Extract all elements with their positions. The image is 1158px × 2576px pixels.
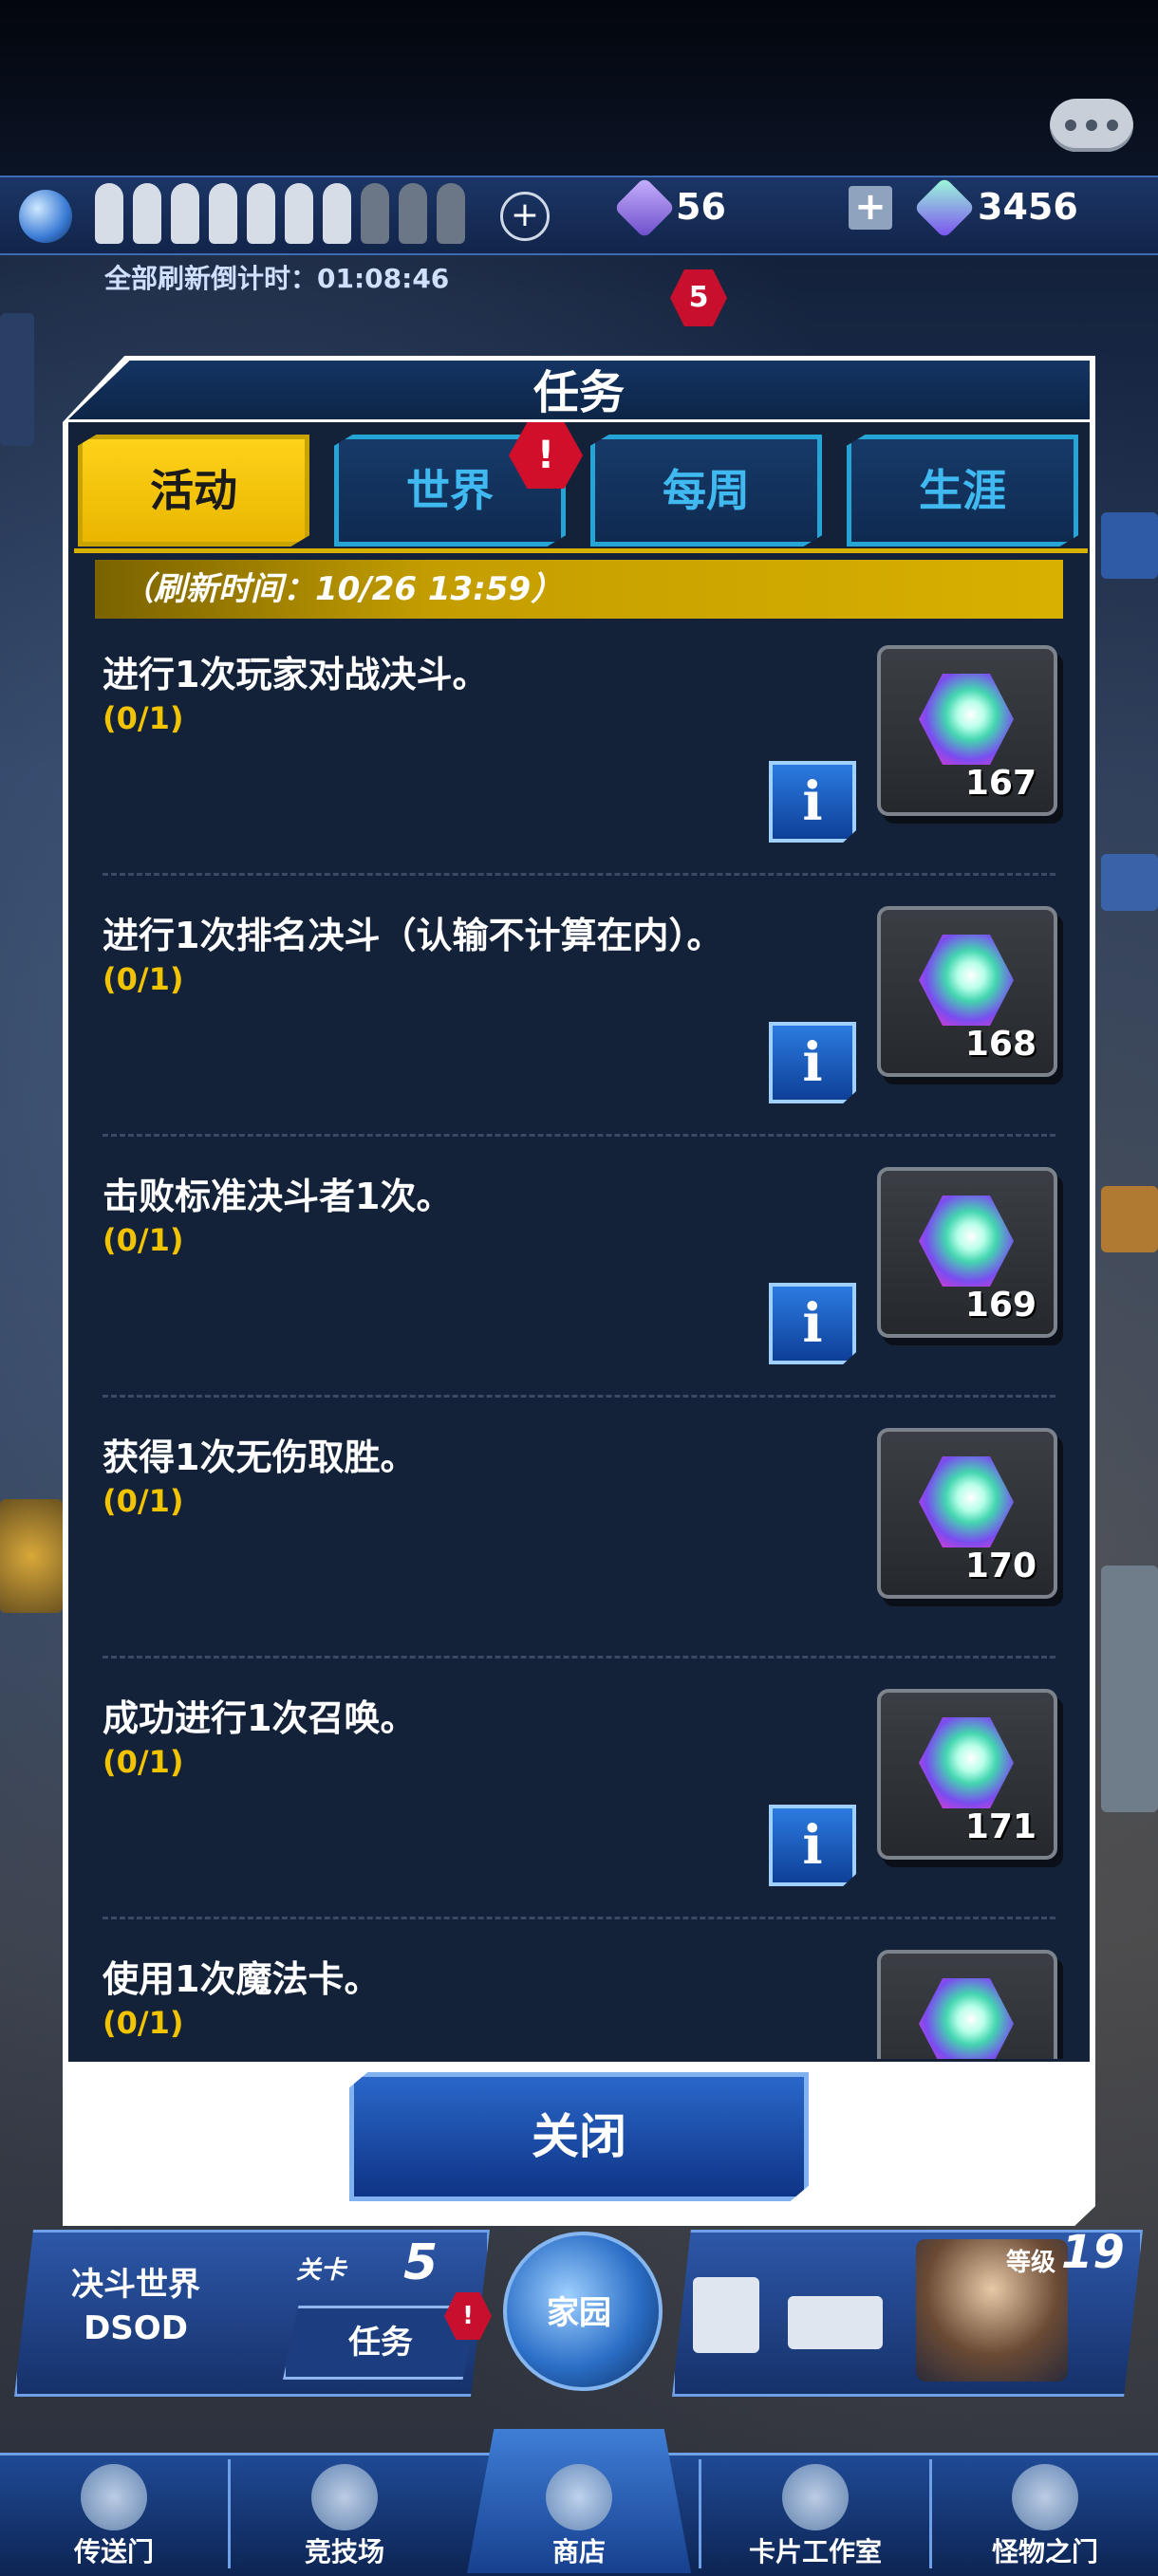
cart-icon — [546, 2464, 612, 2530]
task-item: 成功进行1次召唤。 (0/1) i 171 — [68, 1670, 1090, 1931]
duel-disk-icon — [788, 2296, 883, 2349]
gem-icon — [919, 1456, 1014, 1547]
task-progress: (0/1) — [103, 961, 184, 997]
stamina-pawn-icon — [95, 183, 123, 244]
deck-box-icon — [693, 2277, 759, 2353]
swords-icon — [311, 2464, 378, 2530]
level-number: 19 — [1061, 2226, 1125, 2279]
scene-sign — [1101, 512, 1158, 579]
stage-number: 5 — [403, 2234, 439, 2291]
close-button[interactable]: 关闭 — [349, 2072, 809, 2201]
task-divider — [103, 873, 1055, 876]
scene-sign — [1101, 854, 1158, 911]
portal-icon — [81, 2464, 147, 2530]
info-button[interactable]: i — [769, 761, 856, 843]
reward-box[interactable]: 170 — [877, 1428, 1057, 1599]
info-button[interactable]: i — [769, 1283, 856, 1364]
nav-card-studio[interactable]: 卡片工作室 — [701, 2453, 929, 2573]
info-button[interactable]: i — [769, 1805, 856, 1886]
chat-icon[interactable] — [1050, 99, 1133, 152]
stamina-pawn-icon — [133, 183, 161, 244]
level-label: 等级 — [1006, 2249, 1056, 2277]
stamina-pawn-icon — [209, 183, 237, 244]
task-progress: (0/1) — [103, 2005, 184, 2041]
reward-box[interactable]: 172 — [877, 1950, 1057, 2059]
task-description: 击败标准决斗者1次。 — [103, 1176, 453, 1217]
task-description: 获得1次无伤取胜。 — [103, 1436, 417, 1478]
reward-box[interactable]: 167 — [877, 645, 1057, 816]
task-item: 使用1次魔法卡。 (0/1) i 172 — [68, 1931, 1090, 2059]
reward-box[interactable]: 168 — [877, 906, 1057, 1077]
task-divider — [103, 1656, 1055, 1659]
scene-emblem — [0, 1499, 63, 1613]
gem-icon — [919, 1195, 1014, 1287]
task-progress: (0/1) — [103, 1744, 184, 1780]
task-divider — [103, 1917, 1055, 1919]
gem-icon — [919, 1717, 1014, 1808]
reward-amount: 168 — [964, 1025, 1037, 1064]
add-gems-button[interactable]: + — [849, 186, 892, 230]
task-progress: (0/1) — [103, 1222, 184, 1258]
task-description: 进行1次排名决斗（认输不计算在内）。 — [103, 915, 723, 956]
task-description: 成功进行1次召唤。 — [103, 1697, 417, 1739]
gem-icon — [919, 935, 1014, 1026]
stamina-pawn-icon — [399, 183, 427, 244]
stamina-pawn-icon — [323, 183, 351, 244]
stage-label: 关卡 — [296, 2256, 346, 2285]
stamina-pawn-icon — [285, 183, 313, 244]
home-label: 家园 — [547, 2294, 611, 2332]
dsod-world-title: 决斗世界 DSOD — [71, 2266, 200, 2347]
task-description: 使用1次魔法卡。 — [103, 1958, 381, 2000]
task-progress: (0/1) — [103, 700, 184, 736]
scene-car — [1101, 1566, 1158, 1812]
task-item: 击败标准决斗者1次。 (0/1) i 169 — [68, 1148, 1090, 1409]
scene-building — [0, 313, 34, 446]
reward-amount: 170 — [964, 1547, 1037, 1585]
gem-icon — [919, 1978, 1014, 2059]
refresh-time-text: （刷新时间：10/26 13:59） — [121, 570, 564, 608]
reward-box[interactable]: 171 — [877, 1689, 1057, 1860]
refresh-countdown: 全部刷新倒计时：01:08:46 — [104, 263, 450, 294]
nav-arena[interactable]: 竞技场 — [231, 2453, 458, 2573]
tab-event[interactable]: 活动 — [78, 435, 309, 547]
task-item: 进行1次排名决斗（认输不计算在内）。 (0/1) i 168 — [68, 887, 1090, 1148]
stamina-pawn-icon — [437, 183, 465, 244]
stamina-pawn-icon — [361, 183, 389, 244]
add-stamina-button[interactable]: + — [500, 192, 550, 241]
stamina-pawn-icon — [247, 183, 275, 244]
task-item: 进行1次玩家对战决斗。 (0/1) i 167 — [68, 626, 1090, 887]
dialog-title: 任务 — [532, 366, 625, 419]
reward-amount: 169 — [964, 1286, 1037, 1325]
nav-monster-gate[interactable]: 怪物之门 — [932, 2453, 1158, 2573]
reward-box[interactable]: 169 — [877, 1167, 1057, 1338]
task-divider — [103, 1395, 1055, 1398]
scene-awning — [1101, 1186, 1158, 1252]
info-button[interactable]: i — [769, 1022, 856, 1103]
stamina-pawn-icon — [171, 183, 199, 244]
nav-portal[interactable]: 传送门 — [0, 2453, 228, 2573]
tab-underline — [74, 548, 1088, 553]
reward-amount: 167 — [964, 764, 1037, 803]
orb-icon — [19, 190, 72, 243]
task-divider — [103, 1134, 1055, 1137]
top-status-area — [0, 0, 1158, 176]
monster-gate-icon — [1012, 2464, 1078, 2530]
tab-career[interactable]: 生涯 — [847, 435, 1078, 547]
cards-icon — [782, 2464, 849, 2530]
stamina-value: 56 — [676, 186, 726, 228]
task-list[interactable]: 进行1次玩家对战决斗。 (0/1) i 167 进行1次排名决斗（认输不计算在内… — [68, 626, 1090, 2059]
gem-icon — [919, 674, 1014, 765]
task-description: 进行1次玩家对战决斗。 — [103, 654, 489, 695]
task-item: 获得1次无伤取胜。 (0/1) 170 — [68, 1409, 1090, 1670]
reward-amount: 171 — [964, 1807, 1037, 1846]
gems-value: 3456 — [978, 186, 1078, 228]
task-progress: (0/1) — [103, 1483, 184, 1519]
tab-weekly[interactable]: 每周 — [590, 435, 822, 547]
nav-shop[interactable]: 商店 — [467, 2453, 691, 2573]
